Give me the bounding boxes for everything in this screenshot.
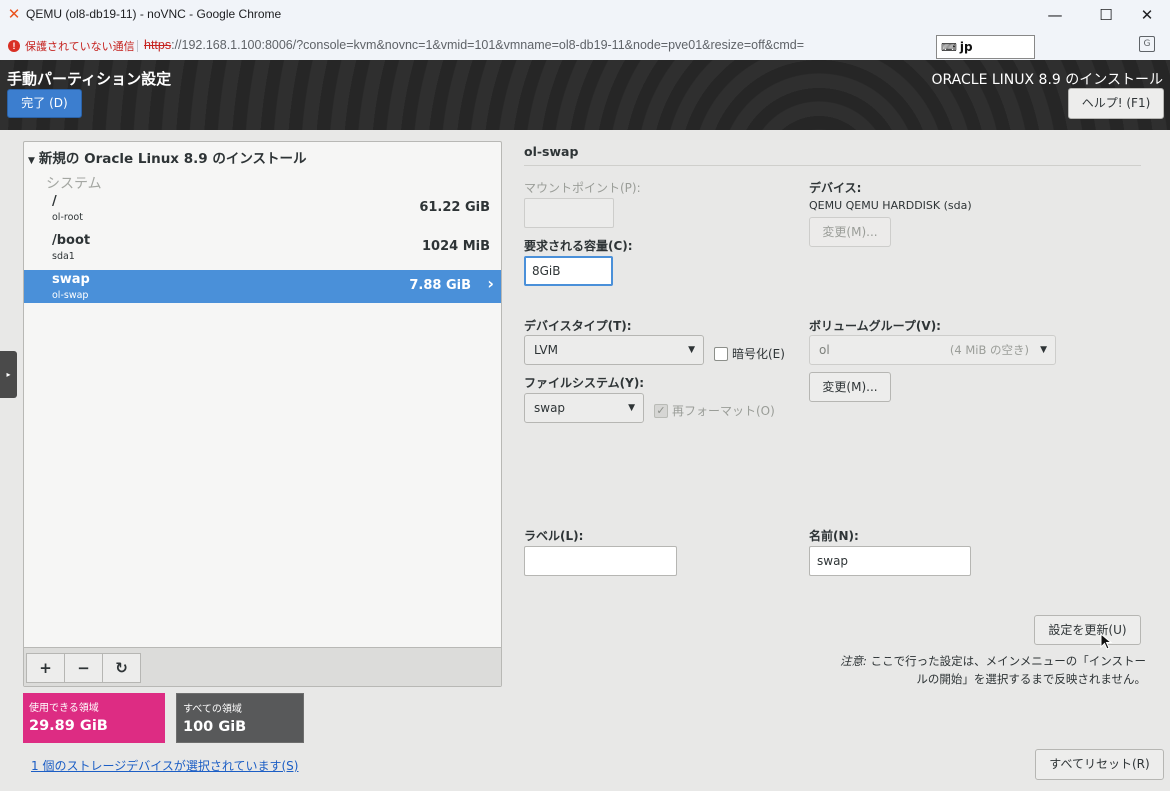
help-button[interactable]: ヘルプ! (F1): [1068, 88, 1164, 119]
capacity-label: 要求される容量(C):: [524, 239, 633, 253]
storage-devices-link[interactable]: 1 個のストレージデバイスが選択されています(S): [31, 757, 298, 774]
available-space-box: 使用できる領域 29.89 GiB: [23, 693, 165, 743]
tree-root[interactable]: ▼ 新規の Oracle Linux 8.9 のインストール: [28, 147, 307, 167]
tree-root-label: 新規の Oracle Linux 8.9 のインストール: [38, 151, 307, 167]
volume-group-value: ol: [819, 343, 830, 357]
keyboard-layout-indicator[interactable]: ⌨ jp: [936, 35, 1035, 59]
filesystem-value: swap: [534, 401, 566, 415]
filesystem-label: ファイルシステム(Y):: [524, 376, 645, 390]
device-type-select[interactable]: LVM ▼: [524, 335, 704, 365]
total-space-box: すべての領域 100 GiB: [176, 693, 304, 743]
name-field-label: 名前(N):: [809, 529, 859, 543]
reformat-checkbox[interactable]: ✓ 再フォーマット(O): [654, 402, 775, 419]
chevron-right-icon: ›: [487, 274, 494, 293]
qemu-logo-icon: ✕: [7, 5, 21, 23]
mouse-cursor-icon: [1100, 633, 1113, 650]
warning-icon: !: [8, 39, 20, 52]
reformat-label: 再フォーマット(O): [672, 404, 775, 418]
reset-all-button[interactable]: すべてリセット(R): [1035, 749, 1164, 780]
mount-point-input[interactable]: [524, 198, 614, 228]
url-rest: ://192.168.1.100:8006/?console=kvm&novnc…: [171, 38, 805, 52]
device-type-label: デバイスタイプ(T):: [524, 319, 632, 333]
window-title: QEMU (ol8-db19-11) - noVNC - Google Chro…: [26, 7, 282, 21]
available-space-value: 29.89 GiB: [29, 718, 108, 734]
update-settings-button[interactable]: 設定を更新(U): [1034, 615, 1141, 645]
notice-text: 注意: ここで行った設定は、メインメニューの「インストールの開始」を選択するまで…: [840, 652, 1146, 688]
capacity-input[interactable]: 8GiB: [524, 256, 613, 286]
partition-tree: ▼ 新規の Oracle Linux 8.9 のインストール システム / ol-…: [23, 141, 502, 687]
checkmark-icon: ✓: [654, 403, 668, 418]
url-text[interactable]: https://192.168.1.100:8006/?console=kvm&…: [144, 38, 804, 52]
label-input[interactable]: [524, 546, 677, 576]
volume-group-label: ボリュームグループ(V):: [809, 319, 941, 333]
maximize-button[interactable]: ☐: [1083, 0, 1129, 30]
url-separator: [137, 40, 138, 52]
page-title: 手動パーティション設定: [7, 70, 172, 88]
dropdown-arrow-icon: ▼: [688, 345, 695, 355]
notice-prefix: 注意:: [840, 654, 867, 668]
url-scheme: https: [144, 38, 172, 52]
volume-group-select[interactable]: ol (4 MiB の空き) ▼: [809, 335, 1056, 365]
partition-device: ol-swap: [52, 290, 89, 301]
mount-point-label: マウントポイント(P):: [524, 181, 641, 195]
checkbox-icon: [714, 346, 728, 361]
volume-group-change-button[interactable]: 変更(M)...: [809, 372, 891, 402]
label-field-label: ラベル(L):: [524, 529, 584, 543]
partition-mount: /: [52, 194, 57, 209]
security-label: 保護されていない通信: [25, 40, 135, 53]
minimize-button[interactable]: —: [1032, 0, 1078, 30]
device-type-value: LVM: [534, 343, 558, 357]
partition-size: 61.22 GiB: [419, 200, 490, 215]
remove-partition-button[interactable]: −: [64, 653, 103, 683]
install-title: ORACLE LINUX 8.9 のインストール: [931, 72, 1163, 88]
tree-toolbar: + − ↻: [24, 647, 501, 686]
done-button[interactable]: 完了 (D): [7, 89, 82, 118]
encrypt-checkbox[interactable]: 暗号化(E): [714, 345, 785, 362]
device-change-button[interactable]: 変更(M)...: [809, 217, 891, 247]
partition-device: ol-root: [52, 212, 83, 223]
partition-device: sda1: [52, 251, 75, 262]
filesystem-select[interactable]: swap ▼: [524, 393, 644, 423]
tree-group-label: システム: [46, 176, 102, 192]
partition-row-root[interactable]: / ol-root 61.22 GiB: [24, 192, 501, 225]
device-value: QEMU QEMU HARDDISK (sda): [809, 199, 972, 212]
dropdown-arrow-icon: ▼: [628, 403, 635, 413]
partition-size: 1024 MiB: [421, 239, 490, 254]
encrypt-label: 暗号化(E): [732, 347, 785, 361]
volume-group-free: (4 MiB の空き): [949, 343, 1029, 357]
partition-mount: /boot: [52, 233, 91, 248]
total-space-value: 100 GiB: [183, 719, 247, 735]
add-partition-button[interactable]: +: [26, 653, 65, 683]
keyboard-layout-label: jp: [959, 40, 973, 54]
detail-title: ol-swap: [524, 144, 579, 159]
window-titlebar: ✕ QEMU (ol8-db19-11) - noVNC - Google Ch…: [0, 0, 1170, 30]
partition-mount: swap: [52, 272, 90, 287]
refresh-button[interactable]: ↻: [102, 653, 141, 683]
security-badge[interactable]: ! 保護されていない通信: [8, 36, 135, 55]
translate-icon[interactable]: G: [1139, 36, 1155, 52]
partition-size: 7.88 GiB: [409, 278, 471, 293]
name-input[interactable]: swap: [809, 546, 971, 576]
total-space-label: すべての領域: [183, 704, 242, 715]
available-space-label: 使用できる領域: [29, 703, 99, 714]
device-label: デバイス:: [809, 181, 862, 195]
novnc-sidebar-handle[interactable]: ▸: [0, 351, 17, 398]
dropdown-arrow-icon: ▼: [1040, 345, 1047, 355]
partition-row-swap[interactable]: swap ol-swap 7.88 GiB ›: [24, 270, 501, 303]
detail-divider: [524, 165, 1141, 166]
installer-header: 手動パーティション設定 完了 (D) ORACLE LINUX 8.9 のインス…: [0, 60, 1170, 130]
close-button[interactable]: ✕: [1124, 0, 1170, 30]
expand-triangle-icon: ▼: [28, 156, 35, 166]
notice-body: ここで行った設定は、メインメニューの「インストールの開始」を選択するまで反映され…: [866, 654, 1146, 686]
keyboard-icon: ⌨: [941, 40, 957, 54]
partition-row-boot[interactable]: /boot sda1 1024 MiB: [24, 231, 501, 264]
